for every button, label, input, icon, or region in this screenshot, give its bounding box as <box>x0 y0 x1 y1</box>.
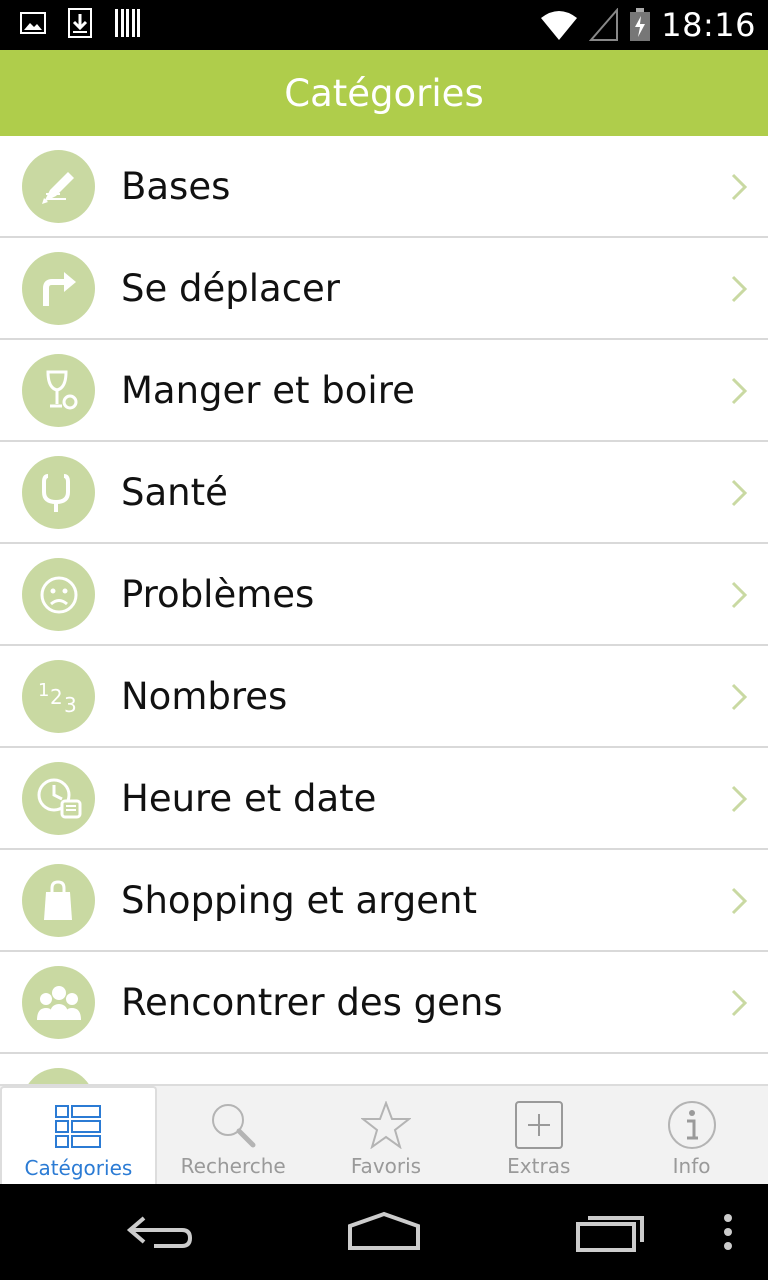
home-icon[interactable] <box>346 1210 422 1254</box>
tab-info[interactable]: Info <box>615 1086 768 1184</box>
chevron-right-icon <box>731 887 748 915</box>
chevron-right-icon <box>731 989 748 1017</box>
back-icon[interactable] <box>124 1210 196 1254</box>
tab-label: Favoris <box>350 1154 422 1178</box>
list-item-manger-et-boire[interactable]: Manger et boire <box>0 340 768 442</box>
recent-apps-icon[interactable] <box>574 1210 648 1254</box>
stethoscope-icon <box>22 456 95 529</box>
numbers-icon: 1 2 3 <box>22 660 95 733</box>
tab-categories[interactable]: Catégories <box>0 1086 157 1184</box>
svg-text:3: 3 <box>64 693 77 717</box>
tab-label: Catégories <box>24 1156 133 1180</box>
tab-label: Info <box>672 1154 711 1178</box>
chevron-right-icon <box>731 275 748 303</box>
plus-box-icon <box>514 1098 564 1152</box>
download-icon <box>68 8 92 38</box>
navigation-bar <box>0 1184 768 1280</box>
title-bar: Catégories <box>0 50 768 136</box>
list-item-nombres[interactable]: 1 2 3 Nombres <box>0 646 768 748</box>
svg-text:2: 2 <box>50 685 63 709</box>
menu-icon[interactable] <box>720 1210 736 1254</box>
list-item-label: Rencontrer des gens <box>121 980 503 1024</box>
list-item-label: Nombres <box>121 674 288 718</box>
pencil-icon <box>22 150 95 223</box>
status-bar: 18:16 <box>0 0 768 50</box>
shopping-bag-icon <box>22 864 95 937</box>
tab-label: Extras <box>507 1154 571 1178</box>
sad-face-icon <box>22 558 95 631</box>
info-icon <box>667 1098 717 1152</box>
category-list: Bases Se déplacer Manger et boire Santé … <box>0 136 768 1084</box>
list-item-label: Se déplacer <box>121 266 341 310</box>
category-icon <box>22 1068 95 1084</box>
chevron-right-icon <box>731 173 748 201</box>
chevron-right-icon <box>731 479 748 507</box>
list-item-se-deplacer[interactable]: Se déplacer <box>0 238 768 340</box>
glass-icon <box>22 354 95 427</box>
list-item-heure-et-date[interactable]: Heure et date <box>0 748 768 850</box>
list-item-shopping-et-argent[interactable]: Shopping et argent <box>0 850 768 952</box>
list-item-bases[interactable]: Bases <box>0 136 768 238</box>
list-icon <box>54 1100 102 1154</box>
tab-extras[interactable]: Extras <box>462 1086 615 1184</box>
clock-icon <box>22 762 95 835</box>
list-item-partial[interactable] <box>0 1054 768 1084</box>
tab-recherche[interactable]: Recherche <box>157 1086 310 1184</box>
notification-icons <box>20 8 142 38</box>
clock: 18:16 <box>661 6 756 44</box>
image-icon <box>20 12 46 34</box>
star-icon <box>360 1098 411 1152</box>
turn-right-arrow-icon <box>22 252 95 325</box>
people-icon <box>22 966 95 1039</box>
barcode-icon <box>115 9 140 37</box>
svg-text:1: 1 <box>38 680 49 701</box>
signal-icon <box>589 8 619 41</box>
tab-bar: Catégories Recherche Favoris Extras Info <box>0 1084 768 1184</box>
chevron-right-icon <box>731 581 748 609</box>
list-item-sante[interactable]: Santé <box>0 442 768 544</box>
list-item-label: Bases <box>121 164 231 208</box>
tab-label: Recherche <box>180 1154 286 1178</box>
list-item-rencontrer-des-gens[interactable]: Rencontrer des gens <box>0 952 768 1054</box>
chevron-right-icon <box>731 377 748 405</box>
chevron-right-icon <box>731 683 748 711</box>
list-item-label: Shopping et argent <box>121 878 477 922</box>
list-item-label: Santé <box>121 470 228 514</box>
list-item-label: Heure et date <box>121 776 377 820</box>
system-icons: 18:16 <box>539 6 756 44</box>
chevron-right-icon <box>731 785 748 813</box>
page-title: Catégories <box>284 71 484 115</box>
battery-icon <box>630 8 651 41</box>
search-icon <box>208 1098 258 1152</box>
list-item-label: Manger et boire <box>121 368 415 412</box>
list-item-label: Problèmes <box>121 572 315 616</box>
wifi-icon <box>541 11 578 40</box>
tab-favoris[interactable]: Favoris <box>310 1086 463 1184</box>
list-item-problemes[interactable]: Problèmes <box>0 544 768 646</box>
